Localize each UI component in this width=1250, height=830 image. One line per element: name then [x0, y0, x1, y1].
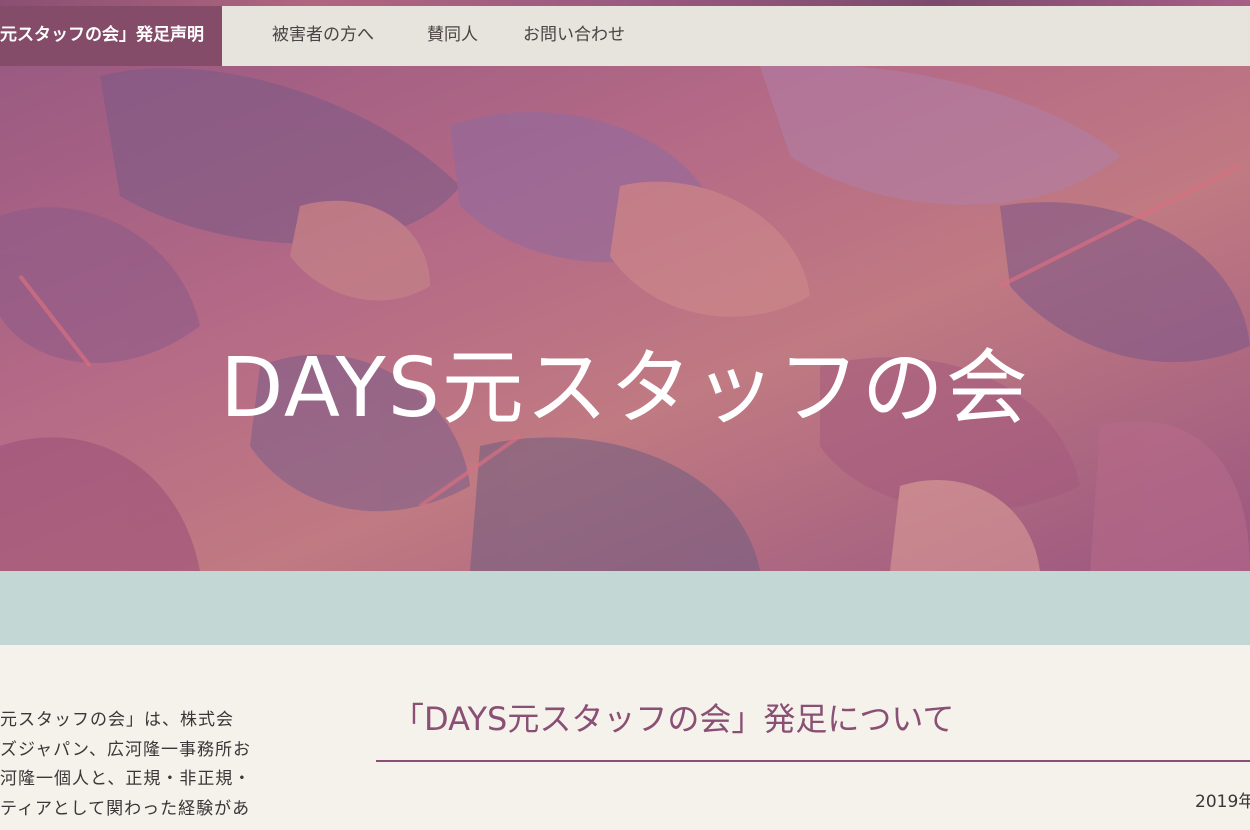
- sidebar-line: ティアとして関わった経験があ: [0, 798, 251, 819]
- main-navigation: 元スタッフの会」発足声明 被害者の方へ 賛同人 お問い合わせ: [0, 6, 1250, 66]
- site-title: DAYS元スタッフの会: [220, 341, 1030, 436]
- sidebar-line: 河隆一個人と、正規・非正規・: [0, 769, 252, 789]
- nav-item-contact[interactable]: お問い合わせ: [523, 6, 625, 66]
- watercolor-background: [0, 66, 1250, 571]
- article-date: 2019年: [1195, 792, 1250, 812]
- nav-item-statement[interactable]: 元スタッフの会」発足声明: [0, 6, 222, 66]
- sidebar-intro: 元スタッフの会」は、株式会 ズジャパン、広河隆一事務所お 河隆一個人と、正規・非…: [0, 706, 280, 824]
- nav-item-supporters[interactable]: 賛同人: [427, 6, 478, 66]
- hero-banner: DAYS元スタッフの会: [0, 66, 1250, 571]
- sidebar-line: ズジャパン、広河隆一事務所お: [0, 739, 251, 760]
- sidebar-line: 元スタッフの会」は、株式会: [0, 710, 234, 730]
- teal-divider-band: [0, 571, 1250, 645]
- title-divider: [376, 760, 1250, 762]
- article-title[interactable]: 「DAYS元スタッフの会」発足について: [392, 694, 954, 740]
- nav-item-victims[interactable]: 被害者の方へ: [272, 6, 374, 66]
